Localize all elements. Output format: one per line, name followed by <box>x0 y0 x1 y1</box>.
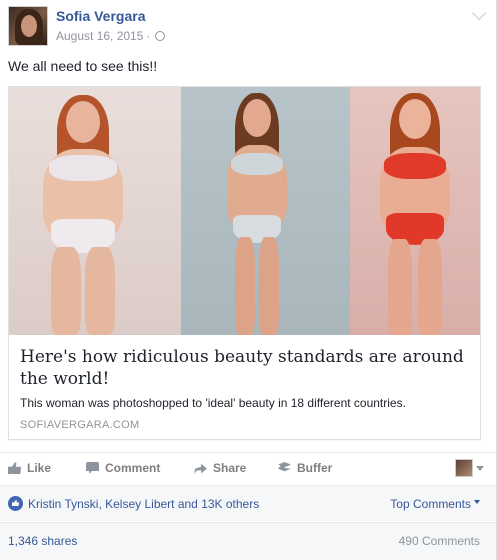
share-icon <box>194 463 207 474</box>
avatar-face <box>21 15 37 37</box>
stats-bar: 1,346 shares 490 Comments <box>0 522 496 560</box>
likers-summary[interactable]: Kristin Tynski, Kelsey Libert and 13K ot… <box>28 497 259 511</box>
globe-icon[interactable] <box>155 31 166 41</box>
comment-sort-dropdown[interactable]: Top Comments <box>390 497 480 511</box>
chevron-down-icon[interactable] <box>471 5 487 21</box>
comments-count[interactable]: 490 Comments <box>399 534 480 548</box>
meta-separator: · <box>146 29 151 43</box>
image-panel-3 <box>350 87 480 335</box>
buffer-button[interactable]: Buffer <box>278 461 332 475</box>
buffer-label: Buffer <box>297 461 333 475</box>
like-badge-icon <box>8 496 23 511</box>
caret-down-icon <box>474 500 480 504</box>
shares-count[interactable]: 1,346 shares <box>8 534 77 548</box>
like-button[interactable]: Like <box>8 461 51 475</box>
post-meta: August 16, 2015 · <box>56 29 166 43</box>
share-button[interactable]: Share <box>194 461 246 475</box>
comment-button[interactable]: Comment <box>86 461 160 475</box>
link-preview[interactable]: Here's how ridiculous beauty standards a… <box>8 86 481 440</box>
reactions-bar: Kristin Tynski, Kelsey Libert and 13K ot… <box>0 485 496 521</box>
post-date[interactable]: August 16, 2015 <box>56 29 143 43</box>
action-bar: Like Comment Share Buffer <box>0 452 496 482</box>
image-panel-1 <box>9 87 181 335</box>
comment-label: Comment <box>105 461 161 475</box>
image-panel-2 <box>181 87 350 335</box>
author-name[interactable]: Sofia Vergara <box>56 8 146 24</box>
share-label: Share <box>213 461 247 475</box>
post-text: We all need to see this!! <box>8 58 158 74</box>
buffer-icon <box>278 462 291 472</box>
facebook-post: Sofia Vergara August 16, 2015 · We all n… <box>0 0 497 560</box>
post-as-selector[interactable] <box>455 459 484 477</box>
like-label: Like <box>27 461 52 475</box>
author-avatar[interactable] <box>8 6 48 46</box>
comment-sort-label: Top Comments <box>390 497 471 511</box>
comment-icon <box>86 462 99 474</box>
link-description: This woman was photoshopped to 'ideal' b… <box>20 396 406 410</box>
post-as-avatar <box>455 459 473 477</box>
like-icon <box>8 462 21 474</box>
link-domain: SOFIAVERGARA.COM <box>20 419 140 431</box>
link-title[interactable]: Here's how ridiculous beauty standards a… <box>20 346 470 390</box>
link-preview-image[interactable] <box>9 87 480 335</box>
caret-down-icon <box>476 465 484 471</box>
